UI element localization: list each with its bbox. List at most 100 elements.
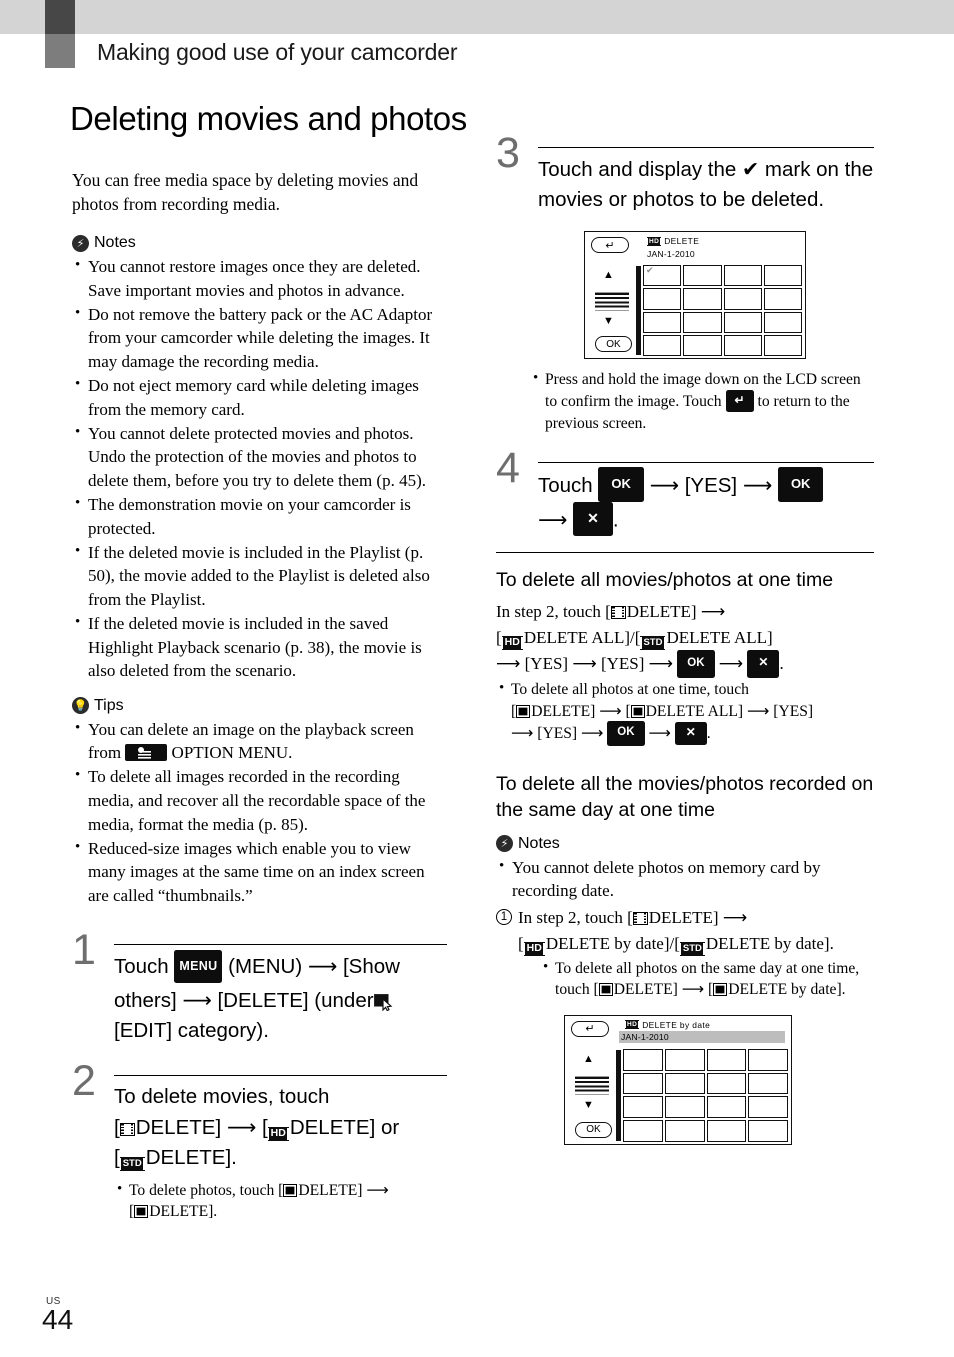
thumbnail-cell[interactable]	[723, 334, 762, 356]
arrow-icon: ⟶	[718, 653, 744, 674]
lcd-screen: ↵ HD DELETE by date JAN-1-2010 ▲ ▼ OK	[564, 1014, 792, 1145]
step2-sub-a: To delete photos, touch [	[129, 1181, 284, 1199]
thumbnail-cell[interactable]	[664, 1072, 705, 1095]
hd-format-icon: HD	[523, 942, 546, 957]
thumbnail-cell[interactable]	[683, 311, 722, 333]
thumbnail-cell[interactable]	[706, 1096, 747, 1119]
page-top-band	[0, 0, 954, 34]
ok-button[interactable]: OK	[595, 336, 632, 352]
ordered-item-1: 1 In step 2, touch [DELETE] ⟶ [HD DELETE …	[496, 905, 874, 1001]
notes-heading: ⚡ Notes	[496, 835, 874, 853]
thumbnail-cell[interactable]	[763, 265, 802, 287]
sa-b-yes2: [YES]	[537, 725, 578, 742]
arrow-icon: ⟶	[572, 653, 597, 674]
list-item: To delete photos, touch [DELETE] ⟶ [DELE…	[114, 1179, 447, 1223]
chapter-tab-mid	[45, 34, 75, 68]
thumbnail-cell[interactable]	[723, 311, 762, 333]
ok-button[interactable]: OK	[575, 1121, 612, 1138]
thumbnail-cell[interactable]	[664, 1096, 705, 1119]
thumbnail-cell[interactable]	[643, 288, 682, 310]
scroll-down-icon[interactable]: ▼	[603, 316, 614, 327]
lcd-screen: ↵ HD DELETE JAN-1-2010 ▲ ▼ OK ✔	[584, 231, 806, 359]
movie-icon	[632, 911, 648, 925]
step1-t1: Touch	[114, 955, 169, 979]
edit-category-icon	[373, 990, 393, 1011]
index-list-icon[interactable]	[595, 292, 629, 311]
scroll-down-icon[interactable]: ▼	[583, 1099, 594, 1111]
scroll-up-icon[interactable]: ▲	[603, 270, 614, 281]
thumbnail-cell[interactable]	[623, 1120, 663, 1142]
ok-button-chip[interactable]: OK	[677, 649, 715, 679]
thumbnail-cell[interactable]	[706, 1072, 747, 1095]
section-day-notes: You cannot delete photos on memory card …	[496, 855, 874, 903]
ok-button-chip[interactable]: OK	[607, 721, 645, 746]
step-2: 2 To delete movies, touch [DELETE] ⟶ [HD…	[72, 1059, 447, 1223]
sa-l1-a: In step 2, touch [	[496, 601, 611, 621]
step-divider	[114, 944, 447, 946]
thumbnail-cell[interactable]	[763, 311, 802, 333]
thumbnail-cell[interactable]	[763, 334, 802, 356]
thumbnail-cell[interactable]	[723, 288, 762, 310]
list-item: If the deleted movie is included in the …	[72, 540, 447, 612]
thumbnail-cell[interactable]	[623, 1048, 663, 1071]
sa-b-yes1: [YES]	[773, 702, 814, 720]
arrow-icon: ⟶	[511, 724, 534, 742]
lead-paragraph: You can free media space by deleting mov…	[72, 170, 419, 214]
page-number: 44	[42, 1304, 74, 1335]
thumbnail-cell[interactable]	[683, 265, 722, 287]
close-button-chip[interactable]: ✕	[674, 721, 707, 746]
thumbnail-cell[interactable]	[623, 1072, 663, 1095]
close-button-chip[interactable]: ✕	[747, 650, 780, 678]
thumbnail-cell[interactable]	[748, 1048, 788, 1071]
thumbnail-cell[interactable]	[623, 1096, 663, 1119]
back-arrow-chip[interactable]: ↵	[725, 389, 754, 413]
step1-t5: [EDIT] category).	[114, 1018, 269, 1042]
arrow-icon: ⟶	[649, 472, 680, 497]
thumbnail-cell[interactable]	[643, 334, 682, 356]
ok-button-chip[interactable]: OK	[598, 466, 644, 502]
arrow-icon: ⟶	[648, 653, 674, 674]
step2-t1: To delete movies, touch	[114, 1084, 330, 1108]
thumbnail-cell[interactable]	[706, 1048, 747, 1071]
thumbnail-cell[interactable]	[723, 265, 762, 287]
list-item: Press and hold the image down on the LCD…	[530, 368, 874, 435]
step3-t1: Touch and display the	[538, 158, 737, 181]
movie-icon	[119, 1122, 135, 1136]
step-2-body: To delete movies, touch [DELETE] ⟶ [HD DE…	[114, 1068, 447, 1173]
section-divider	[496, 551, 874, 553]
scrollbar[interactable]	[636, 266, 641, 355]
sd-a: In step 2, touch [	[518, 907, 633, 927]
sa-l1-b: DELETE]	[626, 601, 697, 621]
thumbnail-cell[interactable]	[664, 1120, 705, 1142]
hd-format-icon: HD	[267, 1126, 290, 1141]
thumbnail-cell[interactable]	[748, 1120, 788, 1142]
thumbnail-cell[interactable]	[763, 288, 802, 310]
list-item: Reduced-size images which enable you to …	[72, 836, 447, 908]
back-arrow-icon[interactable]: ↵	[571, 1020, 609, 1037]
thumbnail-cell[interactable]: ✔	[643, 265, 682, 287]
thumbnail-cell[interactable]	[664, 1048, 705, 1071]
notes-label: Notes	[518, 834, 560, 852]
thumbnail-cell[interactable]	[748, 1072, 788, 1095]
movie-icon	[610, 605, 626, 619]
photo-icon	[134, 1205, 149, 1219]
section-all-body: In step 2, touch [DELETE] ⟶ [HD DELETE AL…	[496, 599, 874, 680]
list-item: The demonstration movie on your camcorde…	[72, 492, 447, 540]
step-2-sub-list: To delete photos, touch [DELETE] ⟶ [DELE…	[114, 1179, 447, 1223]
sd-b: DELETE]	[648, 907, 719, 927]
lcd-date-band[interactable]: JAN-1-2010	[619, 1030, 785, 1043]
close-button-chip[interactable]: ✕	[573, 501, 613, 536]
scroll-up-icon[interactable]: ▲	[583, 1053, 594, 1065]
ok-button-chip[interactable]: OK	[777, 466, 824, 502]
back-arrow-icon[interactable]: ↵	[591, 237, 629, 253]
thumbnail-cell[interactable]	[683, 334, 722, 356]
thumbnail-cell[interactable]	[683, 288, 722, 310]
photo-icon	[516, 704, 531, 718]
scrollbar[interactable]	[616, 1049, 621, 1141]
thumbnail-cell[interactable]	[643, 311, 682, 333]
thumbnail-cell[interactable]	[748, 1096, 788, 1119]
step2-sub-b: DELETE]	[298, 1181, 363, 1199]
menu-button-chip[interactable]: MENU	[174, 949, 223, 983]
index-list-icon[interactable]	[575, 1075, 609, 1095]
thumbnail-cell[interactable]	[706, 1120, 747, 1142]
